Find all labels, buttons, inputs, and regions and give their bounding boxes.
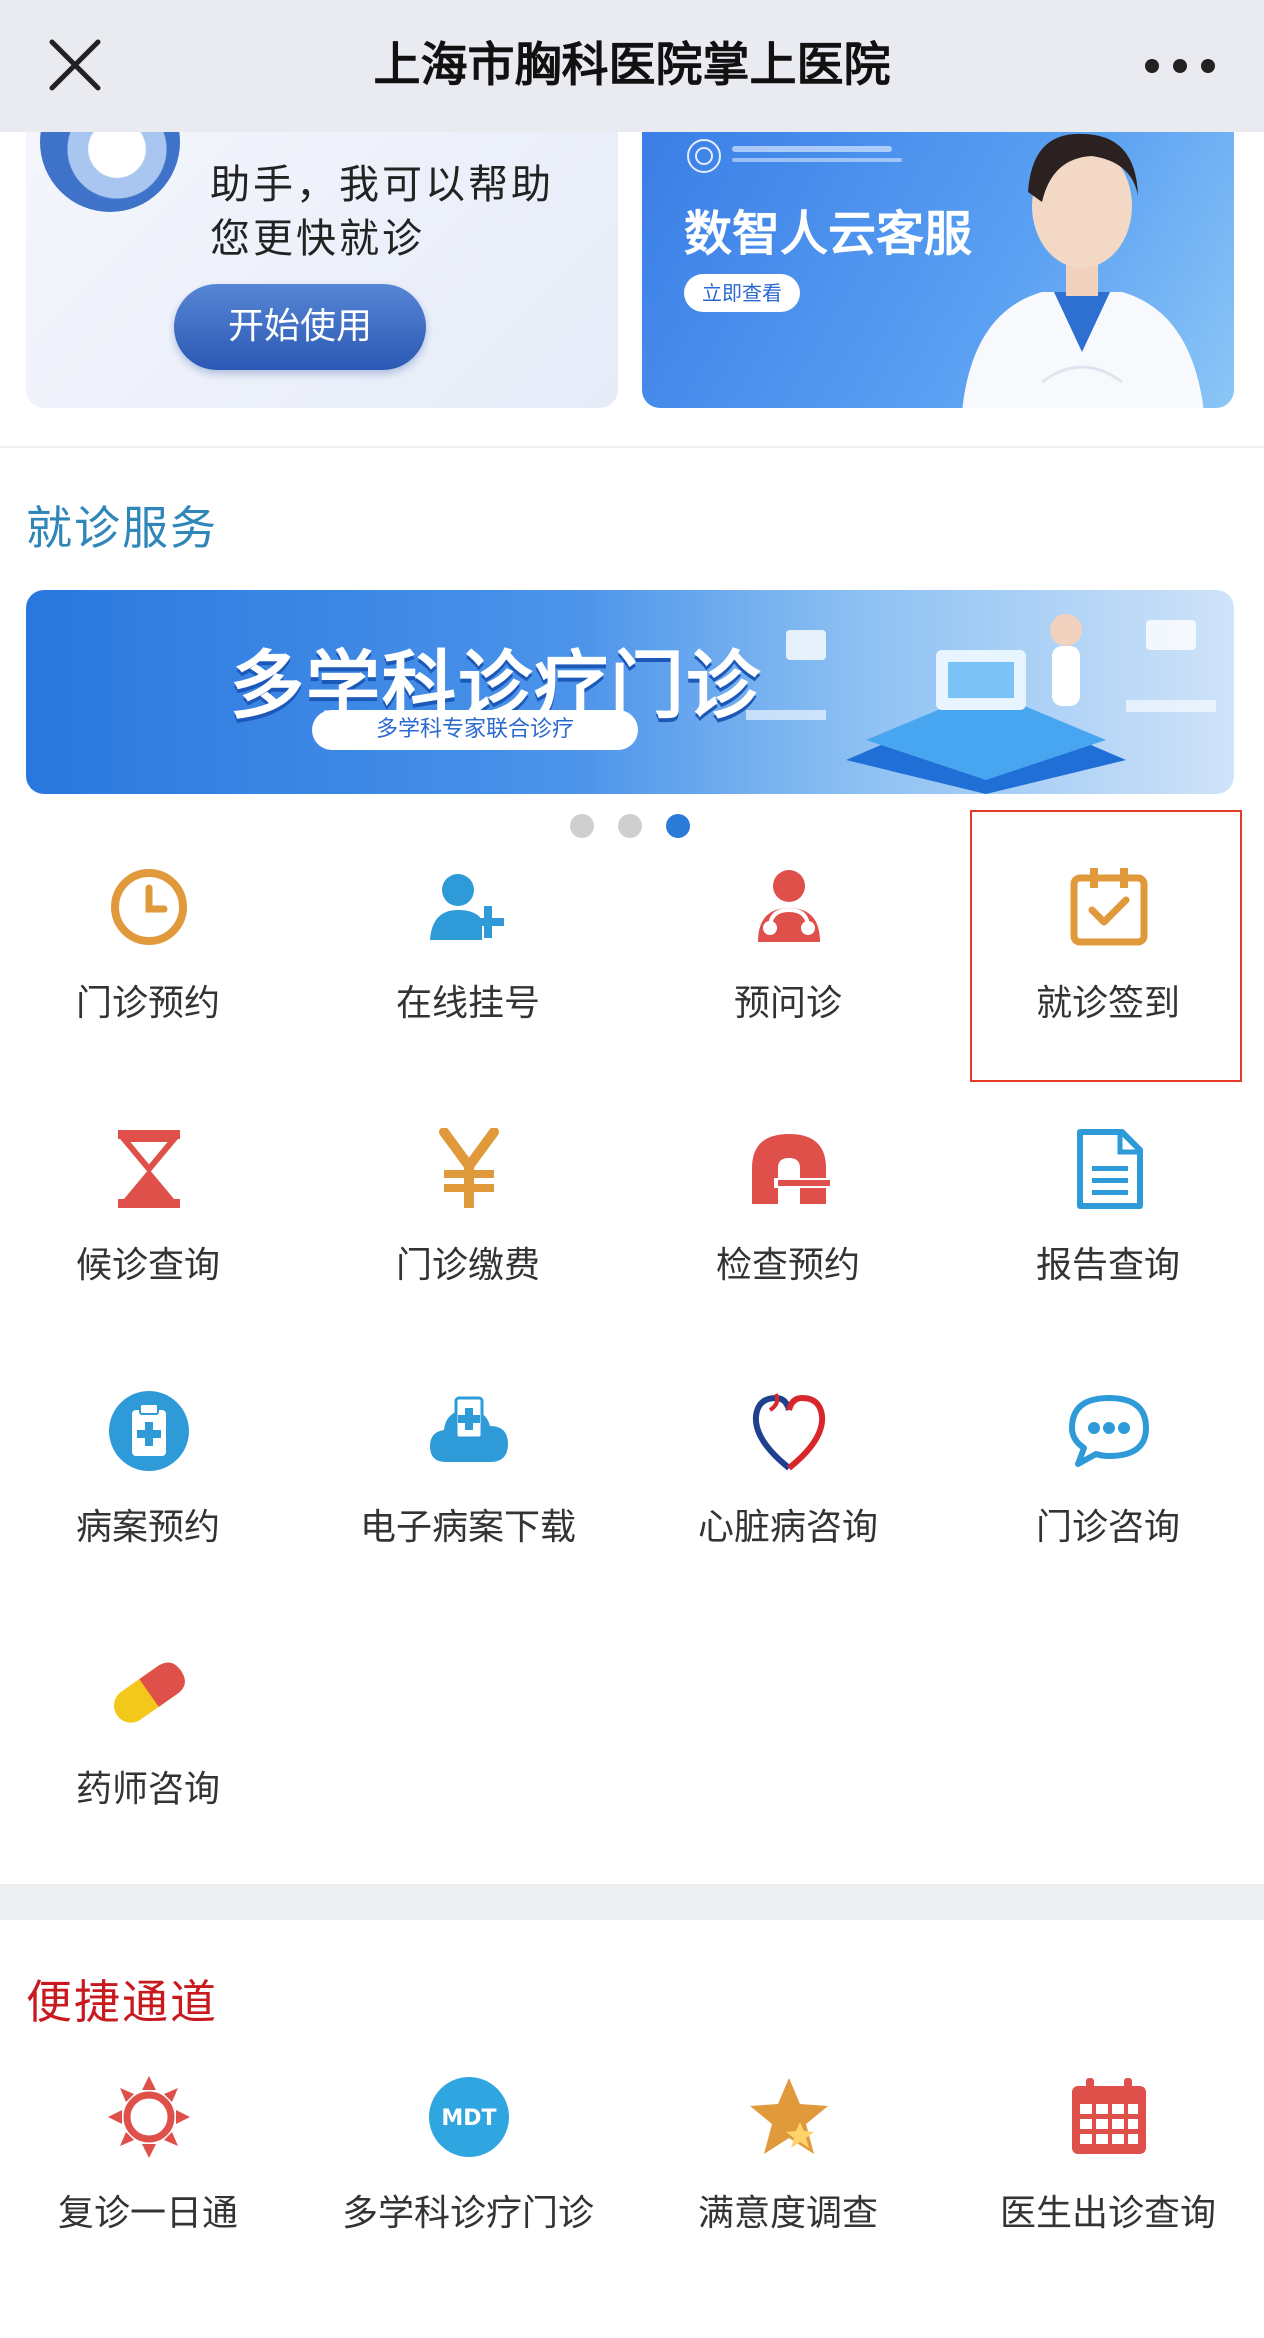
service-item-label: 门诊预约 (75, 983, 220, 1024)
mdt-icon: MDT (429, 2077, 509, 2157)
service-item-outpatient-consult[interactable]: 门诊咨询 (948, 1390, 1264, 1610)
carousel-dot-active[interactable] (666, 814, 690, 838)
service-item-payment[interactable]: 门诊缴费 (308, 1128, 628, 1348)
service-item-report-query[interactable]: 报告查询 (948, 1128, 1264, 1348)
hospital-logo-icon (687, 139, 721, 173)
shortcut-item-survey[interactable]: 满意度调查 (628, 2076, 948, 2296)
star-icon (750, 2078, 828, 2154)
shortcut-item-label: 医生出诊查询 (999, 2193, 1216, 2234)
shortcut-item-doctor-schedule[interactable]: 医生出诊查询 (948, 2076, 1264, 2296)
service-item-outpatient-booking[interactable]: 门诊预约 (0, 866, 308, 1086)
cloud-medical-icon (430, 1396, 508, 1462)
assistant-text-line2: 您更快就诊 (210, 216, 425, 262)
service-item-label: 门诊缴费 (395, 1245, 540, 1286)
shortcut-item-followup[interactable]: 复诊一日通 (0, 2076, 308, 2296)
doctor-illustration (962, 133, 1204, 408)
service-item-label: 报告查询 (1035, 1245, 1180, 1286)
view-now-button[interactable]: 立即查看 (684, 274, 800, 312)
sun-icon (108, 2076, 190, 2158)
highlight-box (970, 810, 1242, 1082)
service-item-label: 候诊查询 (75, 1245, 220, 1286)
calendar-icon (1072, 2078, 1146, 2154)
assistant-card[interactable]: 助手，我可以帮助 您更快就诊 开始使用 (26, 132, 618, 408)
digital-service-card[interactable]: 数智人云客服 立即查看 (642, 132, 1234, 408)
start-use-button[interactable]: 开始使用 (174, 284, 426, 370)
carousel-dot[interactable] (570, 814, 594, 838)
divider (0, 446, 1264, 448)
mdt-banner[interactable]: 多学科诊疗门诊 多学科专家联合诊疗 (26, 590, 1234, 794)
carousel-dot[interactable] (618, 814, 642, 838)
service-item-label: 在线挂号 (395, 983, 540, 1024)
service-item-online-register[interactable]: 在线挂号 (308, 866, 628, 1086)
service-item-label: 门诊咨询 (1035, 1507, 1180, 1548)
shortcuts-section-title: 便捷通道 (26, 1975, 218, 2029)
heart-icon (752, 1393, 826, 1471)
service-item-pre-consult[interactable]: 预问诊 (628, 866, 948, 1086)
digital-service-headline: 数智人云客服 (684, 206, 973, 262)
service-item-pharmacist-consult[interactable]: 药师咨询 (0, 1652, 308, 1872)
nav-bar: 上海市胸科医院掌上医院 (0, 0, 1264, 132)
service-item-label: 心脏病咨询 (697, 1507, 878, 1548)
service-item-label: 预问诊 (733, 983, 842, 1024)
shortcut-item-label: 复诊一日通 (57, 2193, 238, 2234)
section-divider (0, 1884, 1264, 1920)
capsule-icon (113, 1662, 185, 1723)
clock-icon (111, 869, 187, 945)
service-item-label: 检查预约 (715, 1245, 860, 1286)
service-item-label: 药师咨询 (75, 1769, 220, 1810)
shortcut-item-mdt[interactable]: MDT 多学科诊疗门诊 (308, 2076, 628, 2296)
banner-subtitle: 多学科专家联合诊疗 (312, 710, 638, 750)
shortcut-item-label: 满意度调查 (697, 2193, 878, 2234)
service-item-label: 电子病案下载 (359, 1507, 576, 1548)
service-item-label: 病案预约 (75, 1507, 220, 1548)
more-icon[interactable] (1140, 52, 1220, 80)
hourglass-icon (117, 1130, 181, 1208)
document-icon (1077, 1129, 1143, 1209)
hospital-name-logo (732, 146, 902, 162)
page-title: 上海市胸科医院掌上医院 (373, 38, 891, 93)
mdt-badge-text: MDT (441, 2106, 496, 2131)
service-item-record-booking[interactable]: 病案预约 (0, 1390, 308, 1610)
banner-illustration (746, 614, 1216, 794)
services-section-title: 就诊服务 (26, 501, 218, 555)
doctor-stethoscope-icon (758, 870, 820, 942)
ct-scanner-icon (752, 1134, 830, 1204)
service-item-waiting-query[interactable]: 候诊查询 (0, 1128, 308, 1348)
assistant-avatar (40, 132, 180, 212)
chat-bubble-icon (1069, 1395, 1149, 1467)
add-user-icon (430, 874, 504, 940)
assistant-text-line1: 助手，我可以帮助 (210, 162, 554, 208)
service-item-record-download[interactable]: 电子病案下载 (308, 1390, 628, 1610)
service-item-exam-booking[interactable]: 检查预约 (628, 1128, 948, 1348)
carousel-indicator (570, 812, 700, 840)
service-item-heart-consult[interactable]: 心脏病咨询 (628, 1390, 948, 1610)
clipboard-medical-icon (109, 1391, 189, 1471)
yen-icon (439, 1128, 499, 1208)
shortcut-item-label: 多学科诊疗门诊 (341, 2193, 594, 2234)
promo-section: 助手，我可以帮助 您更快就诊 开始使用 数智人云客服 立即查看 (0, 132, 1264, 448)
